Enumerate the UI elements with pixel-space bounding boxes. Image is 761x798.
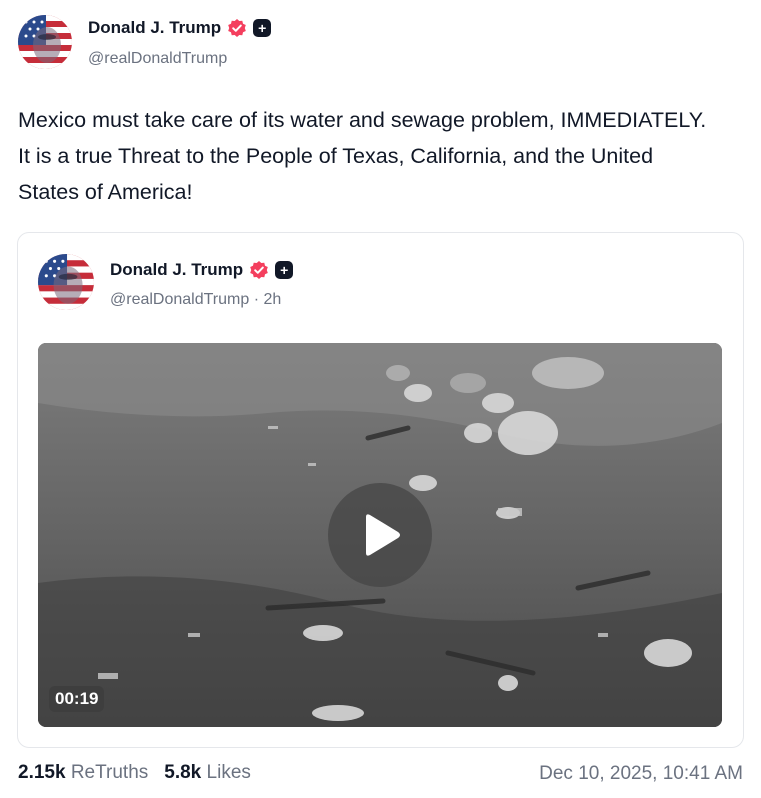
quoted-author-name[interactable]: Donald J. Trump: [110, 260, 243, 280]
likes-label: Likes: [206, 762, 251, 783]
quoted-author-avatar[interactable]: [38, 254, 94, 310]
plus-badge-icon: +: [275, 261, 294, 279]
verified-check-icon: [228, 19, 246, 37]
play-button[interactable]: [328, 483, 432, 587]
video-duration: 00:19: [49, 686, 105, 712]
post-timestamp[interactable]: Dec 10, 2025, 10:41 AM: [539, 763, 743, 785]
post-stats: 2.15k ReTruths 5.8k Likes: [18, 762, 251, 784]
likes-stat[interactable]: 5.8k Likes: [164, 762, 251, 784]
post-text: Mexico must take care of its water and s…: [18, 108, 707, 204]
play-icon: [366, 514, 400, 556]
verified-check-icon: [250, 261, 268, 279]
author-handle[interactable]: @realDonaldTrump: [88, 50, 227, 68]
author-name[interactable]: Donald J. Trump: [88, 18, 221, 38]
plus-badge-icon: +: [253, 19, 272, 37]
retruths-stat[interactable]: 2.15k ReTruths: [18, 762, 148, 784]
likes-count: 5.8k: [164, 762, 202, 783]
quoted-author-handle[interactable]: @realDonaldTrump · 2h: [110, 291, 281, 309]
video-player[interactable]: 00:19: [38, 343, 722, 727]
retruths-count: 2.15k: [18, 762, 66, 783]
retruths-label: ReTruths: [70, 762, 149, 783]
author-avatar[interactable]: [18, 15, 72, 69]
